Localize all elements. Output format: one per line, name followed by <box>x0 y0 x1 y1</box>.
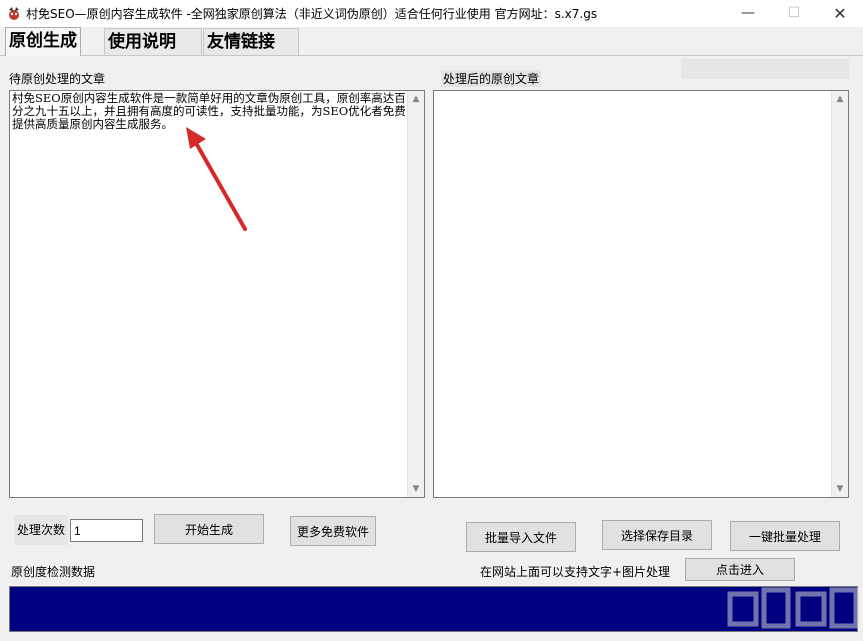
status-field <box>681 59 849 79</box>
input-scrollbar[interactable]: ▲ ▼ <box>407 91 424 497</box>
more-free-software-button[interactable]: 更多免费软件 <box>290 516 376 546</box>
tab-friend-links[interactable]: 友情链接 <box>203 28 299 55</box>
start-generate-button[interactable]: 开始生成 <box>154 514 264 544</box>
output-article-label: 处理后的原创文章 <box>441 70 542 87</box>
one-click-batch-button[interactable]: 一键批量处理 <box>730 521 840 551</box>
process-count-label: 处理次数 <box>14 515 69 545</box>
close-button[interactable]: ✕ <box>817 0 863 27</box>
annotation-arrow-icon <box>186 127 247 231</box>
batch-import-button[interactable]: 批量导入文件 <box>466 522 576 552</box>
watermark-logo-icon <box>727 587 859 629</box>
click-enter-button[interactable]: 点击进入 <box>685 558 795 581</box>
title-bar: 村免SEO—原创内容生成软件 -全网独家原创算法（非近义词伪原创）适合任何行业使… <box>0 0 863 27</box>
tab-instructions[interactable]: 使用说明 <box>104 28 202 55</box>
tab-original-generate[interactable]: 原创生成 <box>5 27 81 56</box>
process-count-input[interactable] <box>70 519 143 542</box>
window-title: 村免SEO—原创内容生成软件 -全网独家原创算法（非近义词伪原创）适合任何行业使… <box>26 7 598 21</box>
scroll-down-arrow-icon[interactable]: ▼ <box>408 481 424 497</box>
app-icon <box>9 7 19 20</box>
scroll-up-arrow-icon[interactable]: ▲ <box>832 91 848 107</box>
scroll-down-arrow-icon[interactable]: ▼ <box>832 481 848 497</box>
minimize-button[interactable]: — <box>725 0 771 27</box>
output-article-textarea[interactable]: ▲ ▼ <box>433 90 849 498</box>
scroll-up-arrow-icon[interactable]: ▲ <box>408 91 424 107</box>
input-article-label: 待原创处理的文章 <box>9 72 106 86</box>
website-support-label: 在网站上面可以支持文字+图片处理 <box>480 565 671 579</box>
choose-save-dir-button[interactable]: 选择保存目录 <box>602 520 712 550</box>
originality-data-label: 原创度检测数据 <box>11 565 96 579</box>
output-scrollbar[interactable]: ▲ ▼ <box>831 91 848 497</box>
maximize-button[interactable]: ☐ <box>771 0 817 27</box>
